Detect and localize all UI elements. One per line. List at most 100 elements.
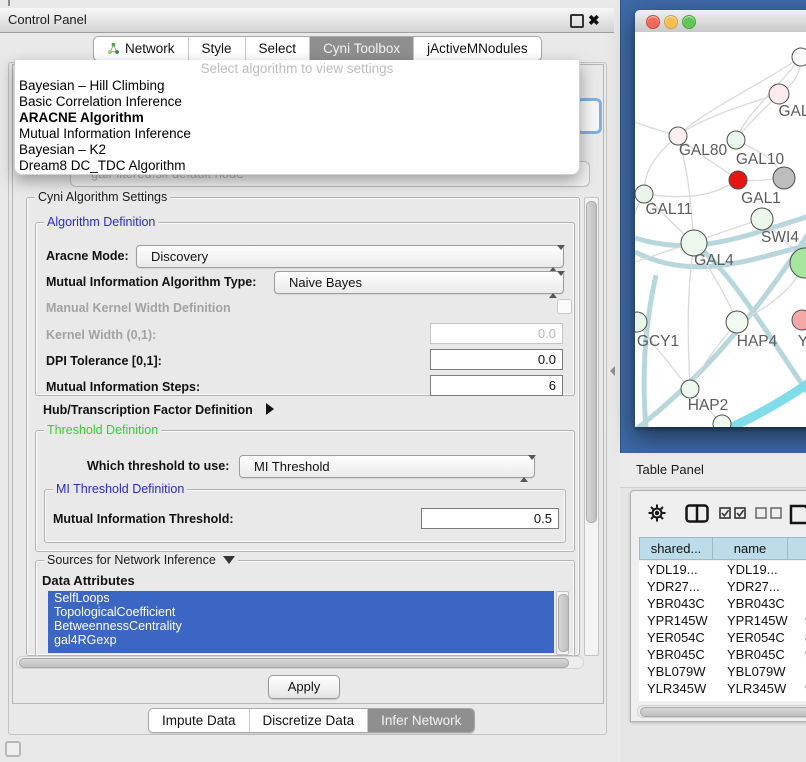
- minimize-window-icon[interactable]: [664, 15, 678, 29]
- table-function-icon[interactable]: [789, 503, 806, 525]
- network-desktop: GALGAL80GAL10GAL1GAL11SWI4GAL4GCY1HAP4YH…: [620, 0, 806, 453]
- mi-steps-field[interactable]: 6: [430, 375, 563, 396]
- network-node-gal[interactable]: [769, 84, 789, 104]
- algorithm-definition-title: Algorithm Definition: [44, 215, 158, 229]
- table-row[interactable]: YBR045CYBR045C9.: [639, 646, 806, 663]
- window-edge-artifact: [8, 0, 10, 6]
- settings-hscrollbar-thumb[interactable]: [19, 658, 569, 668]
- algorithm-definition-group: Algorithm Definition Aracne Mode: Discov…: [35, 222, 575, 396]
- algorithm-option-mutual-information-inference[interactable]: Mutual Information Inference: [15, 126, 579, 142]
- table-column-header-name[interactable]: name: [713, 537, 788, 560]
- table-row[interactable]: YLR345WYLR345W9.: [639, 680, 806, 697]
- table-row[interactable]: YDL19...YDL19...13: [639, 561, 806, 578]
- network-node-hap4[interactable]: [726, 311, 748, 333]
- algorithm-option-dream8-dc-tdc-algorithm[interactable]: Dream8 DC_TDC Algorithm: [15, 158, 579, 174]
- node-label-hap4: HAP4: [737, 333, 778, 350]
- collapsed-panel-grip[interactable]: [5, 741, 21, 757]
- tab-impute-data[interactable]: Impute Data: [149, 709, 250, 732]
- select-all-checkboxes-icon[interactable]: [719, 507, 747, 520]
- tab-discretize-data[interactable]: Discretize Data: [250, 709, 369, 732]
- algorithm-option-basic-correlation-inference[interactable]: Basic Correlation Inference: [15, 94, 579, 110]
- close-window-icon[interactable]: [646, 15, 660, 29]
- float-panel-icon[interactable]: [570, 14, 584, 28]
- tab-cyni-toolbox[interactable]: Cyni Toolbox: [310, 37, 414, 60]
- splitpane-collapse-arrow[interactable]: [610, 366, 615, 376]
- settings-horizontal-scrollbar: [16, 656, 584, 669]
- dpi-tolerance-field[interactable]: 0.0: [430, 349, 563, 370]
- table-cell: YBR043C: [719, 595, 801, 612]
- threshold-definition-group: Threshold Definition Which threshold to …: [35, 430, 575, 552]
- threshold-definition-title: Threshold Definition: [44, 423, 161, 437]
- table-row[interactable]: YBR043CYBR043C: [639, 595, 806, 612]
- tab-infer-network[interactable]: Infer Network: [368, 709, 474, 732]
- table-hscrollbar-thumb[interactable]: [640, 707, 806, 717]
- zoom-window-icon[interactable]: [682, 15, 696, 29]
- algorithm-option-bayesian-hill-climbing[interactable]: Bayesian – Hill Climbing: [15, 78, 579, 94]
- table-horizontal-scrollbar: [637, 705, 806, 718]
- network-window[interactable]: GALGAL80GAL10GAL1GAL11SWI4GAL4GCY1HAP4YH…: [635, 10, 806, 427]
- table-row[interactable]: YIL052CYIL052C9: [639, 697, 806, 701]
- sources-group-title[interactable]: Sources for Network Inference: [44, 553, 238, 567]
- tab-select[interactable]: Select: [246, 37, 311, 60]
- control-panel-titlebar: Control Panel ✖: [0, 7, 614, 33]
- screen: Control Panel ✖ Network Style SelectCyni T…: [0, 0, 806, 762]
- network-canvas[interactable]: GALGAL80GAL10GAL1GAL11SWI4GAL4GCY1HAP4YH…: [635, 32, 806, 427]
- settings-vertical-scrollbar: [584, 197, 599, 656]
- network-edge-highlight: [721, 380, 806, 427]
- table-column-header-shared[interactable]: shared...: [639, 537, 713, 560]
- which-threshold-label: Which threshold to use:: [87, 459, 229, 473]
- which-threshold-combobox[interactable]: MI Threshold: [239, 455, 535, 478]
- deselect-all-checkboxes-icon[interactable]: [755, 507, 783, 520]
- table-panel: Table Panel shared...name YDL19...YDL19.…: [620, 453, 806, 762]
- attribute-item-selfloops[interactable]: SelfLoops: [48, 591, 554, 605]
- network-node[interactable]: [792, 48, 806, 66]
- table-row[interactable]: YPR145WYPR145W9.: [639, 612, 806, 629]
- tab-label: jActiveMNodules: [427, 41, 528, 56]
- network-node-gal1[interactable]: [729, 171, 747, 189]
- table-cell: YER054C: [639, 629, 719, 646]
- network-node-swi4[interactable]: [751, 208, 773, 230]
- table-row[interactable]: YDR27...YDR27...12: [639, 578, 806, 595]
- network-node-y[interactable]: [792, 310, 806, 330]
- hub-definition-disclosure[interactable]: Hub/Transcription Factor Definition: [43, 401, 274, 419]
- tab-network[interactable]: Network: [94, 37, 189, 60]
- cyni-bottom-tabbar: Impute DataDiscretize DataInfer Network: [148, 708, 475, 733]
- tab-label: Style: [202, 41, 232, 56]
- table-panel-title: Table Panel: [636, 453, 704, 487]
- network-node[interactable]: [790, 248, 806, 278]
- table-body: YDL19...YDL19...13YDR27...YDR27...12YBR0…: [639, 561, 806, 701]
- table-settings-gear-icon[interactable]: [647, 503, 667, 523]
- network-node-hap2[interactable]: [681, 380, 699, 398]
- apply-button[interactable]: Apply: [268, 675, 340, 699]
- close-panel-icon[interactable]: ✖: [588, 11, 600, 29]
- table-cell: YDR27...: [719, 578, 801, 595]
- settings-group-title: Cyni Algorithm Settings: [35, 190, 170, 204]
- table-cell: [801, 595, 806, 612]
- algorithm-option-bayesian-k2[interactable]: Bayesian – K2: [15, 142, 579, 158]
- settings-scrollbar-thumb[interactable]: [586, 201, 597, 523]
- table-row[interactable]: YER054CYER054C8.: [639, 629, 806, 646]
- aracne-mode-combobox[interactable]: Discovery: [136, 245, 564, 268]
- node-label-gcy1: GCY1: [637, 333, 679, 350]
- table-cell: YPR145W: [639, 612, 719, 629]
- attribute-item-betweennesscentrality[interactable]: BetweennessCentrality: [48, 619, 554, 633]
- tab-style[interactable]: Style: [189, 37, 246, 60]
- network-window-titlebar[interactable]: [635, 10, 806, 33]
- network-node-gal10[interactable]: [727, 131, 745, 149]
- tab-jactivemnodules[interactable]: jActiveMNodules: [414, 37, 541, 60]
- algorithm-option-aracne-algorithm[interactable]: ARACNE Algorithm: [15, 110, 579, 126]
- algorithm-combobox-placeholder[interactable]: Select algorithm to view settings: [15, 60, 579, 78]
- table-row[interactable]: YBL079WYBL079W: [639, 663, 806, 680]
- table-column-header-2[interactable]: [788, 537, 806, 560]
- data-attributes-list: SelfLoopsTopologicalCoefficientBetweenne…: [48, 591, 554, 653]
- attribute-item-gal4rgexp[interactable]: gal4RGexp: [48, 633, 554, 647]
- table-columns-icon[interactable]: [685, 504, 709, 523]
- mi-algorithm-type-combobox[interactable]: Naive Bayes: [274, 271, 564, 294]
- node-table-window: shared...name YDL19...YDL19...13YDR27...…: [630, 490, 806, 722]
- network-node[interactable]: [773, 167, 795, 189]
- node-label-gal10: GAL10: [736, 151, 785, 168]
- attribute-item-topologicalcoefficient[interactable]: TopologicalCoefficient: [48, 605, 554, 619]
- mi-threshold-field[interactable]: 0.5: [421, 508, 559, 529]
- hub-definition-label: Hub/Transcription Factor Definition: [43, 403, 253, 417]
- attributes-scrollbar-thumb[interactable]: [558, 594, 569, 652]
